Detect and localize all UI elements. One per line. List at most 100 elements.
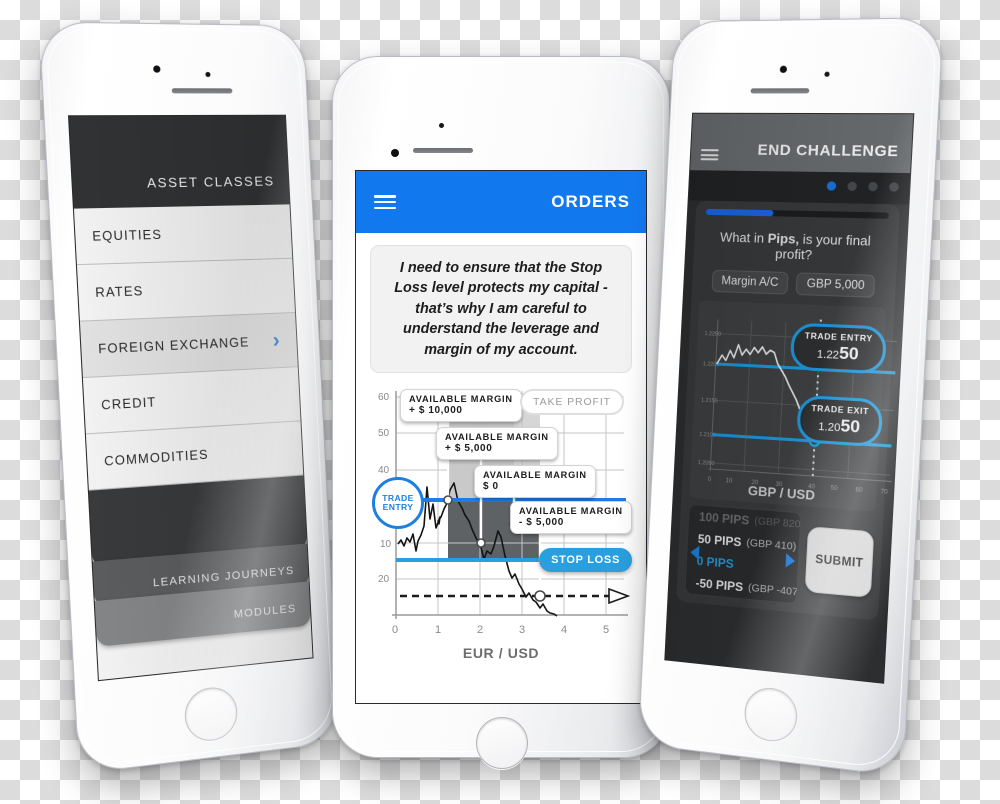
available-margin-badge-3: AVAILABLE MARGIN $ 0 xyxy=(474,465,596,498)
challenge-question: What in Pips, is your final profit? xyxy=(693,215,899,276)
pagination-dot-1[interactable] xyxy=(827,181,837,190)
picker-option-sub: (GBP 410) xyxy=(746,537,796,553)
svg-text:0: 0 xyxy=(392,624,398,636)
chip-margin-account[interactable]: Margin A/C xyxy=(711,270,789,295)
list-item-label: COMMODITIES xyxy=(104,442,287,468)
selector-arrow-right-icon xyxy=(785,553,795,568)
left-phone-screen: ASSET CLASSES EQUITIES RATES FOREIGN EXC… xyxy=(68,115,314,681)
badge-value: + $ 10,000 xyxy=(409,405,513,416)
svg-text:4: 4 xyxy=(561,624,567,636)
home-button[interactable] xyxy=(743,685,798,744)
challenge-panel: What in Pips, is your final profit? Marg… xyxy=(676,201,900,621)
proximity-sensor-icon xyxy=(439,123,444,128)
picker-option-label: 50 PIPS xyxy=(698,532,742,550)
picker-option-label: 100 PIPS xyxy=(699,510,750,528)
trade-entry-value-big: 50 xyxy=(839,343,860,364)
proximity-sensor-icon xyxy=(205,72,210,77)
svg-text:10: 10 xyxy=(380,539,392,550)
trade-exit-value-big: 50 xyxy=(840,416,861,437)
answer-row: 100 PIPS (GBP 820) 50 PIPS (GBP 410) 0 P… xyxy=(676,503,883,620)
take-profit-button[interactable]: TAKE PROFIT xyxy=(520,389,624,415)
svg-text:70: 70 xyxy=(880,489,888,496)
svg-text:20: 20 xyxy=(378,574,390,585)
available-margin-badge-1: AVAILABLE MARGIN + $ 10,000 xyxy=(400,389,522,422)
home-button[interactable] xyxy=(476,717,528,769)
trade-entry-pill: TRADE ENTRY 1.2250 xyxy=(790,323,887,375)
orders-app-bar: ORDERS xyxy=(356,171,646,233)
asset-class-list: EQUITIES RATES FOREIGN EXCHANGE › CREDIT… xyxy=(74,204,303,490)
svg-text:1.2150: 1.2150 xyxy=(701,397,718,404)
left-header: ASSET CLASSES xyxy=(69,116,289,209)
list-item-label: EQUITIES xyxy=(92,224,276,243)
svg-text:3: 3 xyxy=(519,624,525,636)
svg-text:40: 40 xyxy=(378,465,390,476)
picker-option-sub: (GBP 820) xyxy=(754,515,802,531)
list-item-label: CREDIT xyxy=(101,388,284,412)
front-camera-icon xyxy=(153,65,161,72)
x-axis-title: EUR / USD xyxy=(364,645,638,661)
svg-text:1.2250: 1.2250 xyxy=(704,331,721,338)
earpiece-speaker xyxy=(413,148,473,153)
svg-text:1: 1 xyxy=(435,624,441,636)
earpiece-speaker xyxy=(172,88,233,93)
home-button[interactable] xyxy=(184,685,239,744)
badge-title: AVAILABLE MARGIN xyxy=(409,394,513,404)
picker-option-label: -100 PIPS xyxy=(694,598,749,605)
coach-quote-card: I need to ensure that the Stop Loss leve… xyxy=(370,245,632,373)
available-margin-badge-4: AVAILABLE MARGIN - $ 5,000 xyxy=(510,501,632,534)
pagination-dot-3[interactable] xyxy=(868,182,878,192)
trade-exit-pill: TRADE EXIT 1.2050 xyxy=(796,395,883,448)
earpiece-speaker xyxy=(750,88,809,93)
picker-option-label: -50 PIPS xyxy=(695,576,743,594)
trade-exit-value-small: 1.20 xyxy=(818,421,841,435)
chevron-right-icon: › xyxy=(272,330,281,352)
trade-exit-value: 1.2050 xyxy=(810,414,869,438)
list-item-equities[interactable]: EQUITIES xyxy=(74,204,292,265)
page-title: END CHALLENGE xyxy=(757,141,899,160)
phone-right-device: END CHALLENGE What in Pips, is your fina… xyxy=(638,17,944,777)
left-header-title: ASSET CLASSES xyxy=(147,173,275,190)
pagination-dot-4[interactable] xyxy=(889,182,899,192)
hamburger-icon[interactable] xyxy=(374,195,396,209)
badge-title: AVAILABLE MARGIN xyxy=(483,470,587,480)
badge-value: + $ 5,000 xyxy=(445,443,549,454)
trade-entry-badge[interactable]: TRADE ENTRY xyxy=(372,477,424,529)
screenshot-stage: ASSET CLASSES EQUITIES RATES FOREIGN EXC… xyxy=(0,0,1000,804)
question-bold: Pips, xyxy=(767,231,799,247)
chip-balance[interactable]: GBP 5,000 xyxy=(796,272,876,297)
page-title: ORDERS xyxy=(551,192,630,212)
front-camera-icon xyxy=(780,66,787,73)
stop-loss-badge[interactable]: STOP LOSS xyxy=(539,548,632,572)
phone-center-device: ORDERS I need to ensure that the Stop Lo… xyxy=(332,56,670,758)
front-camera-icon xyxy=(391,149,399,157)
trade-entry-value-small: 1.22 xyxy=(817,348,840,361)
list-item-label: RATES xyxy=(95,279,278,300)
list-item-label: FOREIGN EXCHANGE xyxy=(98,334,273,356)
svg-text:60: 60 xyxy=(378,392,390,403)
pagination-dot-2[interactable] xyxy=(847,182,857,191)
badge-value: $ 0 xyxy=(483,481,587,492)
trade-entry-value: 1.2250 xyxy=(803,342,872,366)
eurusd-chart: 60 50 40 20 10 0 1 2 3 4 5 AVAILABLE MAR… xyxy=(364,383,638,669)
available-margin-badge-2: AVAILABLE MARGIN + $ 5,000 xyxy=(436,427,558,460)
card-label: MODULES xyxy=(233,603,296,621)
question-prefix: What in xyxy=(720,229,768,245)
pagination-dots xyxy=(827,181,899,191)
svg-text:2: 2 xyxy=(477,624,483,636)
badge-title: AVAILABLE MARGIN xyxy=(445,432,549,442)
pips-picker[interactable]: 100 PIPS (GBP 820) 50 PIPS (GBP 410) 0 P… xyxy=(684,504,801,605)
svg-text:50: 50 xyxy=(378,428,390,439)
badge-value: - $ 5,000 xyxy=(519,517,623,528)
list-item-rates[interactable]: RATES xyxy=(77,259,295,322)
challenge-app-bar: END CHALLENGE xyxy=(690,114,913,173)
submit-button[interactable]: SUBMIT xyxy=(805,526,875,598)
center-phone-screen: ORDERS I need to ensure that the Stop Lo… xyxy=(355,170,647,704)
badge-title: AVAILABLE MARGIN xyxy=(519,506,623,516)
phone-left-device: ASSET CLASSES EQUITIES RATES FOREIGN EXC… xyxy=(38,21,340,774)
proximity-sensor-icon xyxy=(824,72,829,77)
svg-text:5: 5 xyxy=(603,624,609,636)
hamburger-icon[interactable] xyxy=(700,149,718,160)
gbpusd-chart: 1.2250 1.2200 1.2150 1.2100 1.2050 0 10 … xyxy=(689,301,886,512)
trade-entry-line2: ENTRY xyxy=(383,503,414,512)
picker-option-sub: (GBP -407) xyxy=(748,582,802,599)
